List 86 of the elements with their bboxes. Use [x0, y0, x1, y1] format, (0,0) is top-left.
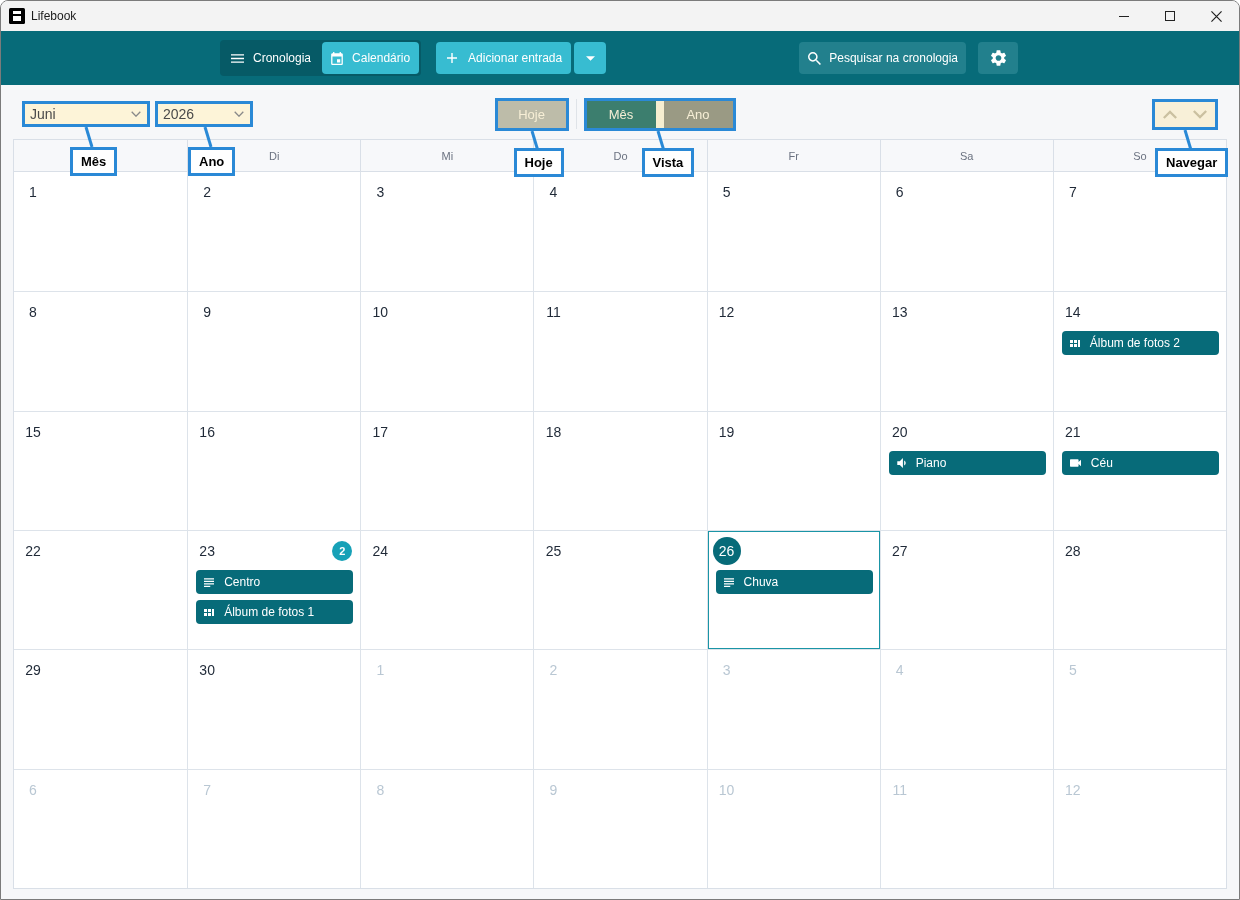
day-number: 2 [548, 661, 559, 681]
day-number: 20 [890, 422, 909, 442]
chevron-down-icon [1193, 109, 1207, 119]
close-icon [1210, 10, 1222, 22]
add-menu-button[interactable] [574, 42, 607, 74]
day-number: 10 [717, 780, 736, 800]
day-number: 9 [548, 780, 559, 800]
day-number: 29 [24, 661, 42, 681]
day-number: 28 [1064, 542, 1082, 561]
text-lines-icon [204, 577, 215, 587]
view-tab[interactable]: Cronologia [222, 42, 321, 74]
view-option[interactable]: Mês [586, 100, 656, 128]
maximize-icon [1165, 11, 1175, 21]
year-select[interactable]: 2026 [158, 104, 250, 124]
day-number: 9 [202, 303, 213, 323]
weekday-label: Mi [441, 149, 454, 162]
day-number: 14 [1064, 303, 1082, 323]
plus-icon [447, 53, 458, 63]
day-number: 24 [371, 542, 390, 561]
day-number: 22 [24, 542, 42, 561]
event-chip[interactable]: Piano [888, 450, 1046, 475]
search-button[interactable]: Pesquisar na cronologia [799, 42, 966, 74]
day-number: 10 [371, 303, 390, 323]
callout-label: Mês [70, 147, 118, 176]
chevron-down-icon [234, 111, 244, 117]
day-number: 11 [545, 303, 562, 323]
day-number: 3 [721, 661, 732, 681]
weekday-label: Fr [788, 149, 799, 162]
day-number: 15 [24, 422, 42, 442]
day-number: 8 [375, 780, 386, 800]
app-logo-icon [9, 8, 25, 24]
day-number: 6 [28, 780, 38, 800]
weekday-label: Sa [960, 149, 974, 162]
day-number: 19 [717, 422, 736, 442]
day-number: 6 [894, 183, 905, 202]
day-number: 2 [202, 183, 213, 202]
event-chip[interactable]: Álbum de fotos 1 [196, 600, 354, 624]
day-number: 4 [894, 661, 905, 681]
day-number: 1 [375, 661, 386, 681]
settings-button[interactable] [978, 42, 1018, 74]
day-number: 26 [712, 537, 741, 565]
minimize-icon [1119, 15, 1129, 17]
weekday-label: So [1133, 149, 1147, 162]
video-camera-icon [1069, 458, 1081, 467]
day-number: 30 [198, 661, 216, 681]
chevron-down-icon [131, 111, 141, 117]
callout-label: Navegar [1155, 147, 1229, 177]
day-number: 3 [375, 183, 386, 202]
settings-icon [990, 50, 1006, 66]
day-number: 21 [1064, 422, 1082, 442]
day-number: 5 [1067, 661, 1078, 681]
day-number: 5 [721, 183, 732, 202]
day-number: 16 [198, 422, 216, 442]
day-number: 18 [544, 422, 563, 442]
search-icon [808, 51, 822, 65]
day-number: 11 [891, 780, 908, 800]
day-number: 23 [198, 542, 216, 561]
day-number: 12 [1064, 780, 1082, 800]
event-chip[interactable]: Centro [196, 570, 354, 594]
grid-icon [204, 608, 215, 616]
day-number: 13 [890, 303, 909, 323]
event-chip[interactable]: Céu [1061, 450, 1219, 475]
day-number: 7 [202, 780, 213, 800]
calendar-icon [331, 51, 344, 65]
event-chip[interactable]: Álbum de fotos 2 [1061, 331, 1219, 356]
day-number: 25 [544, 542, 563, 561]
count-badge: 2 [332, 541, 353, 561]
callout-label: Ano [188, 147, 236, 176]
menu-icon [231, 53, 244, 63]
caret-down-icon [585, 55, 595, 61]
window-title: Lifebook [31, 9, 78, 23]
day-number: 27 [890, 542, 909, 561]
month-select[interactable]: Juni [25, 104, 147, 124]
day-number: 1 [28, 183, 38, 202]
event-chip[interactable]: Chuva [715, 570, 873, 594]
day-number: 7 [1067, 183, 1078, 202]
weekday-label: Di [269, 149, 280, 162]
day-number: 12 [717, 303, 736, 323]
chevron-up-icon [1163, 109, 1177, 119]
day-number: 8 [28, 303, 38, 323]
text-lines-icon [723, 577, 734, 587]
grid-icon [1069, 339, 1080, 347]
weekday-label: Do [613, 149, 628, 162]
day-number: 4 [548, 183, 559, 202]
day-number: 17 [371, 422, 390, 442]
speaker-icon [896, 457, 906, 468]
